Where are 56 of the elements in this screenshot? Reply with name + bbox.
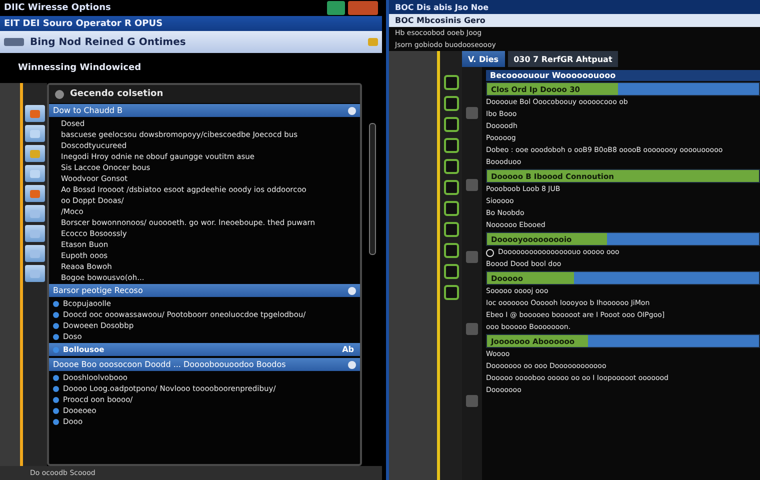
circle-icon — [348, 286, 356, 294]
toolbar-icon[interactable] — [444, 201, 458, 216]
tab[interactable]: 030 7 RerfGR Ahtpuat — [508, 51, 618, 67]
subheading: Winnessing Windowiced — [17, 62, 142, 75]
square-icon — [466, 107, 478, 119]
row-label-text: Ab — [342, 345, 354, 354]
bullet-icon — [53, 396, 59, 402]
square-icon — [466, 179, 478, 191]
bullet-icon — [53, 300, 59, 306]
radio-button[interactable] — [486, 248, 494, 256]
toolbar-icon[interactable] — [444, 222, 458, 237]
panel-title: Gecendo colsetion — [70, 89, 164, 99]
bullet-icon — [53, 408, 59, 414]
menu-bar: EIT DEI Souro Operator R OPUS — [0, 16, 382, 31]
tile-icon[interactable] — [25, 145, 45, 162]
window-title: BOC Dis abis Jso Noe — [389, 0, 760, 14]
square-icon — [466, 395, 478, 407]
tab[interactable]: V. Dies — [462, 51, 505, 67]
toolbar-icon[interactable] — [444, 180, 458, 195]
tile-icon[interactable] — [25, 225, 45, 242]
window-title: DIIC Wiresse Options — [4, 3, 111, 13]
bullet-icon — [53, 418, 59, 424]
circle-icon — [348, 360, 356, 368]
square-icon — [466, 323, 478, 335]
section-header[interactable]: Barsor peotige Recoso — [49, 284, 360, 297]
tile-icon[interactable] — [25, 165, 45, 182]
scrollbar[interactable] — [368, 123, 376, 255]
tile-icon[interactable] — [25, 185, 45, 202]
tile-icon[interactable] — [25, 105, 45, 122]
square-icon — [466, 251, 478, 263]
tile-icon[interactable] — [25, 265, 45, 282]
header-bar: Bing Nod Reined G Ontimes — [0, 31, 382, 53]
toolbar-icon[interactable] — [444, 243, 458, 258]
circle-icon — [348, 106, 356, 114]
toolbar-icon[interactable] — [444, 96, 458, 111]
bullet-icon — [53, 312, 59, 318]
bullet-icon — [53, 322, 59, 328]
section-header[interactable]: Doooe Boo ooosocoon Doodd ... Dooooboouoodoo Boodos — [49, 358, 360, 371]
section-heading: Becoooouour Woooooouooo — [486, 70, 760, 81]
toolbar-icon[interactable] — [444, 264, 458, 279]
header-bar: BOC Mbcosinis Gero — [389, 14, 760, 27]
toolbar-icon[interactable] — [444, 159, 458, 174]
toolbar-icon[interactable] — [444, 138, 458, 153]
tile-icon[interactable] — [25, 125, 45, 142]
section-header[interactable]: Dow to Chaudd B — [49, 104, 360, 117]
circle-icon — [55, 90, 64, 98]
bullet-icon — [53, 334, 59, 340]
bullet-icon — [53, 386, 59, 392]
tile-icon[interactable] — [25, 205, 45, 222]
app-icon — [4, 38, 24, 46]
bullet-icon — [53, 374, 59, 380]
toolbar-icon[interactable] — [444, 75, 458, 90]
tile-icon[interactable] — [25, 245, 45, 262]
toolbar-icon[interactable] — [444, 285, 458, 300]
bullet-icon — [53, 346, 59, 352]
toolbar-icon[interactable] — [444, 117, 458, 132]
